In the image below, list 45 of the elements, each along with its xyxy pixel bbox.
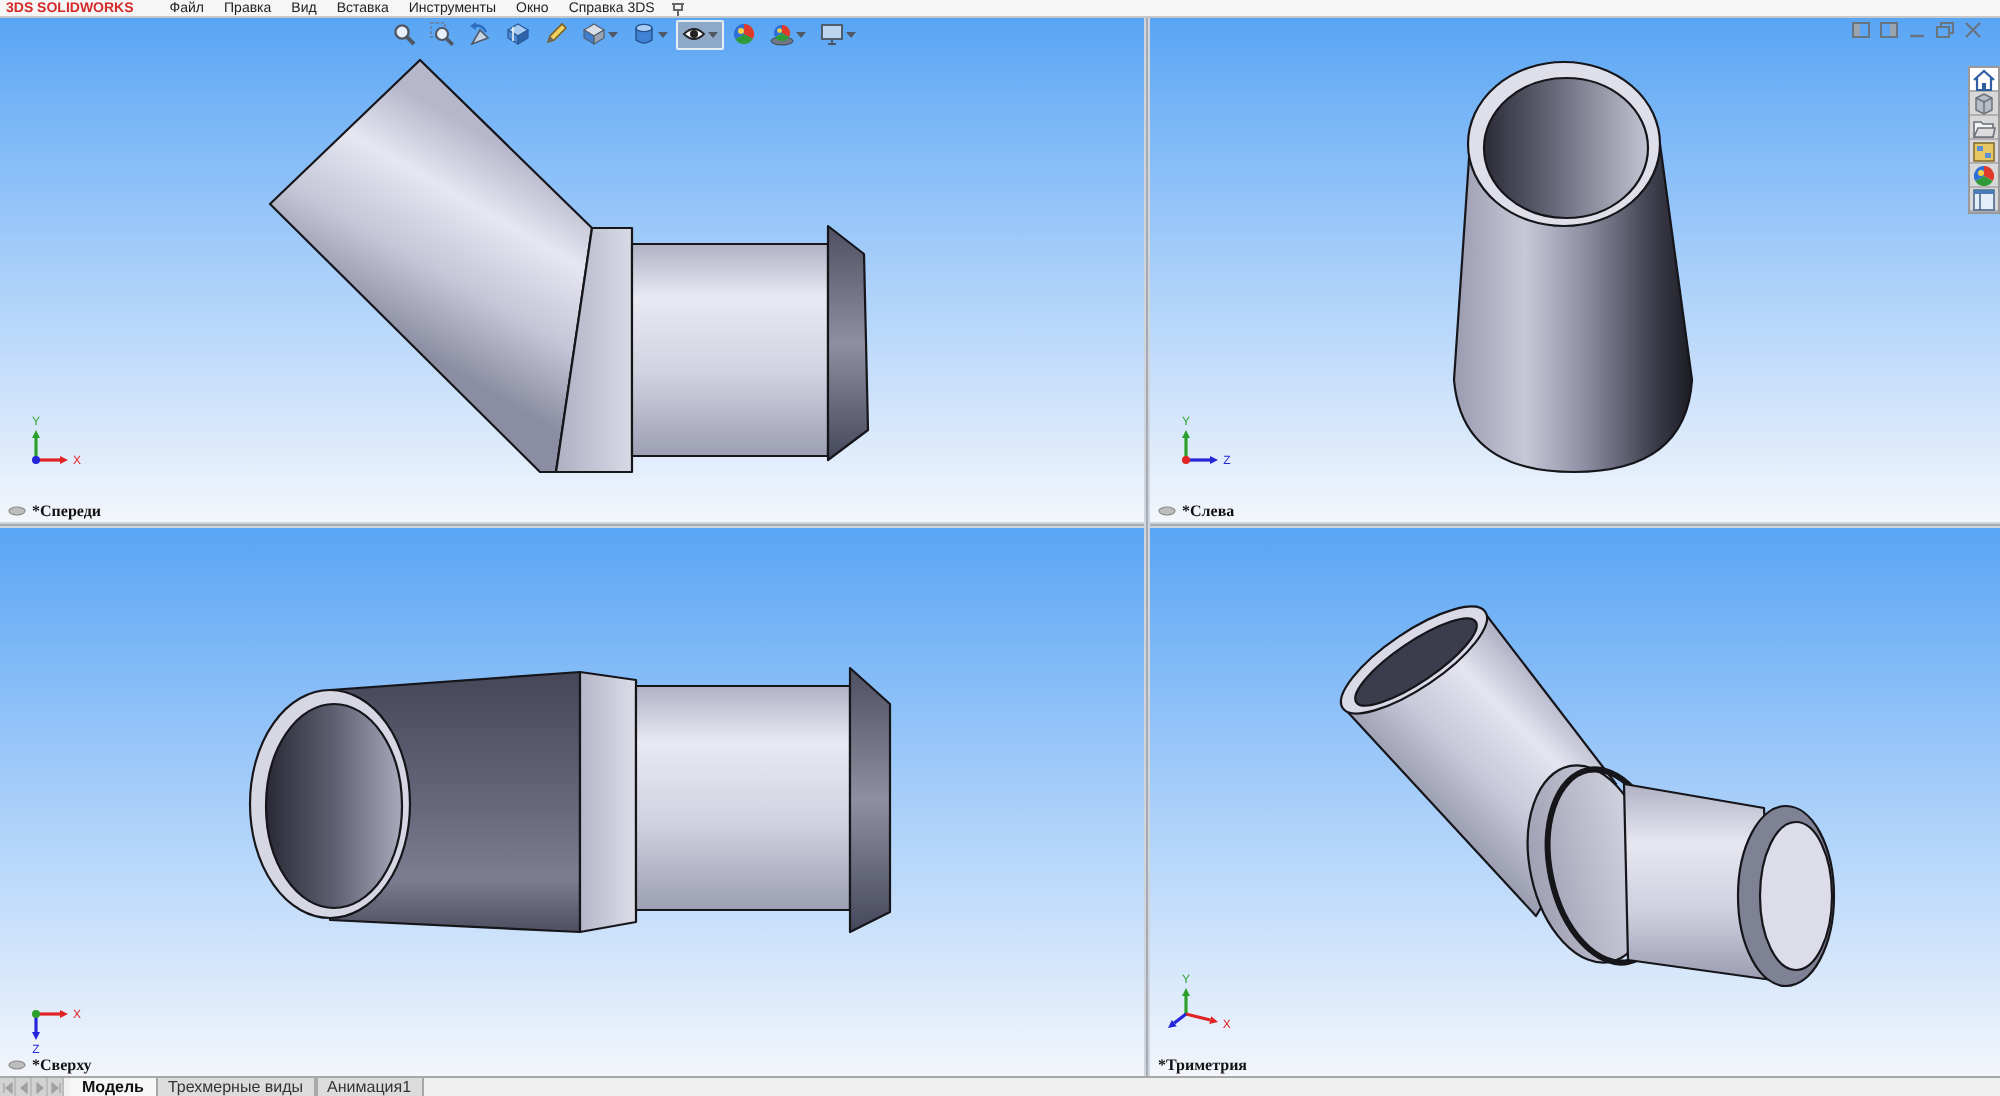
home-icon bbox=[1972, 67, 1996, 91]
panel-icon bbox=[1972, 187, 1996, 211]
triangle-right-icon bbox=[33, 1081, 45, 1093]
task-pane-tab[interactable] bbox=[1970, 188, 1998, 212]
sheet-tab[interactable]: Анимация1 bbox=[315, 1078, 424, 1096]
viewport-label: *Слева bbox=[1182, 502, 1235, 520]
viewport-label: *Сверху bbox=[32, 1056, 92, 1074]
back-arrow-icon bbox=[468, 22, 492, 46]
task-pane-tab[interactable] bbox=[1970, 92, 1998, 116]
pencil-icon bbox=[544, 22, 568, 46]
picture-icon bbox=[1972, 139, 1996, 163]
search-icon bbox=[392, 22, 416, 46]
scene-button[interactable] bbox=[764, 19, 812, 49]
sliced-cube-icon bbox=[506, 22, 530, 46]
hide-show-button[interactable] bbox=[676, 19, 724, 49]
close-button[interactable] bbox=[1962, 20, 1984, 40]
color-ball-icon bbox=[732, 22, 756, 46]
sphere-on-plate-icon bbox=[770, 22, 794, 46]
close-icon bbox=[1964, 22, 1982, 38]
window-right-icon bbox=[1880, 22, 1898, 38]
eye-icon bbox=[682, 22, 706, 46]
window-left-icon bbox=[1852, 22, 1870, 38]
task-pane-tab[interactable] bbox=[1970, 140, 1998, 164]
sheet-tab[interactable]: Трехмерные виды bbox=[155, 1078, 316, 1096]
restore-icon bbox=[1936, 22, 1954, 38]
magnifier-frame-icon bbox=[430, 22, 454, 46]
sheet-tab[interactable]: Модель bbox=[70, 1078, 156, 1096]
zoom-area-button[interactable] bbox=[424, 19, 460, 49]
task-pane-tab[interactable] bbox=[1970, 164, 1998, 188]
triangle-left-icon bbox=[17, 1081, 29, 1093]
monitor-icon bbox=[820, 22, 844, 46]
color-ball-icon bbox=[1972, 163, 1996, 187]
viewport-label: *Спереди bbox=[32, 502, 101, 520]
tile-right-button[interactable] bbox=[1878, 20, 1900, 40]
cylinder-icon bbox=[632, 22, 656, 46]
task-pane-tab[interactable] bbox=[1970, 68, 1998, 92]
tile-left-button[interactable] bbox=[1850, 20, 1872, 40]
viewport-label: *Триметрия bbox=[1158, 1056, 1248, 1074]
task-pane-tab[interactable] bbox=[1970, 116, 1998, 140]
skip-right-icon bbox=[49, 1081, 61, 1093]
cube-icon bbox=[582, 22, 606, 46]
box-icon bbox=[1972, 91, 1996, 115]
restore-button[interactable] bbox=[1934, 20, 1956, 40]
skip-left-icon bbox=[1, 1081, 13, 1093]
pin-icon bbox=[670, 1, 687, 15]
